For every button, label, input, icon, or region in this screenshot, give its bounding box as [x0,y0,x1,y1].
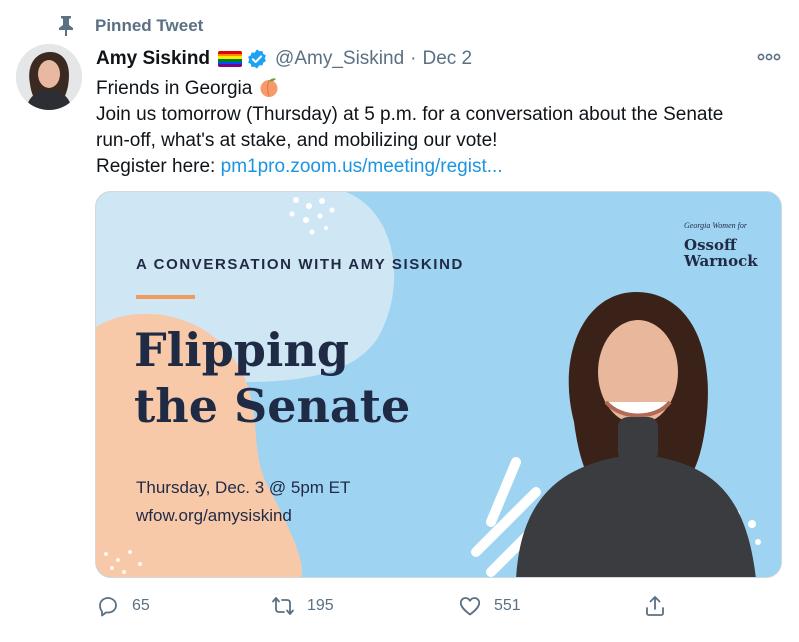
pinned-label: Pinned Tweet [95,16,204,35]
reply-count: 65 [132,597,150,614]
share-icon[interactable] [643,594,667,618]
peach-emoji-icon [260,78,278,97]
reply-icon[interactable] [96,594,120,618]
card-accent-rule [136,295,195,299]
tweet-actions: 65 195 551 [96,592,696,620]
logo-tagline: Georgia Women for [684,221,747,230]
rainbow-flag-icon [218,51,243,67]
card-title-line-1: Flipping [134,323,350,377]
reply-action[interactable]: 65 [96,592,150,620]
tweet-line-1: Friends in Georgia [96,76,786,102]
tweet-line-2: Join us tomorrow (Thursday) at 5 p.m. fo… [96,104,724,125]
tweet-greeting: Friends in Georgia [96,78,253,99]
avatar[interactable] [16,44,82,110]
card-logo: Georgia Women for Ossoff Warnock [680,221,766,271]
card-title: Flipping the Senate [134,322,410,434]
retweet-action[interactable]: 195 [271,592,334,620]
verified-badge-icon [248,49,266,69]
tweet-header: Amy Siskind @Amy_Siskind · Dec 2 [96,46,472,72]
pin-icon [59,16,73,36]
like-icon[interactable] [458,594,482,618]
separator-dot: · [410,48,417,69]
tweet-text: Friends in Georgia Join us tomorrow (Thu… [96,76,786,180]
media-card[interactable]: Georgia Women for Ossoff Warnock A CONVE… [95,191,782,578]
registration-link[interactable]: pm1pro.zoom.us/meeting/regist... [221,156,503,177]
card-kicker: A CONVERSATION WITH AMY SISKIND [136,256,464,273]
retweet-icon[interactable] [271,594,295,618]
retweet-count: 195 [307,597,334,614]
register-prefix: Register here: [96,156,221,177]
tweet-line-3: run-off, what's at stake, and mobilizing… [96,130,498,151]
logo-warnock: Warnock [684,252,758,270]
card-title-line-2: the Senate [134,379,411,433]
display-name[interactable]: Amy Siskind [96,48,210,70]
card-event-date: Thursday, Dec. 3 @ 5pm ET [136,478,351,497]
like-count: 551 [494,597,521,614]
tweet-date[interactable]: Dec 2 [422,48,472,70]
tweet-line-4: Register here: pm1pro.zoom.us/meeting/re… [96,154,786,180]
like-action[interactable]: 551 [458,592,521,620]
user-handle[interactable]: @Amy_Siskind [275,48,404,70]
share-action[interactable] [643,592,667,620]
card-event-url: wfow.org/amysiskind [136,506,292,525]
avatar-image [16,44,82,110]
more-icon[interactable] [756,50,782,64]
